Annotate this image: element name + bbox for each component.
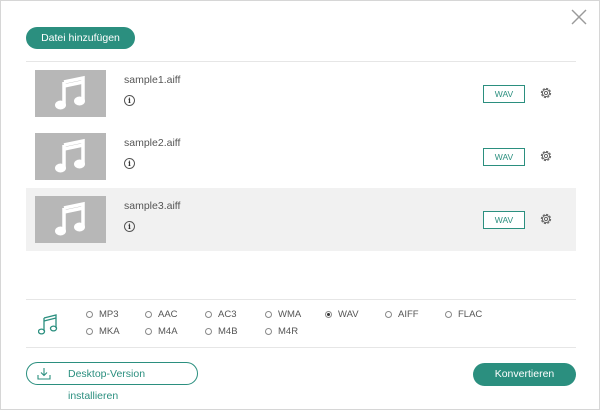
format-label: M4B [218, 326, 238, 337]
format-label: WAV [338, 309, 359, 320]
file-name: sample3.aiff [124, 200, 181, 212]
converter-dialog: Datei hinzufügen sample1.aiff i WAV samp… [0, 0, 600, 410]
radio-button[interactable] [145, 328, 152, 335]
radio-button[interactable] [445, 311, 452, 318]
format-option-m4b[interactable]: M4B [205, 326, 238, 337]
format-label: MKA [99, 326, 120, 337]
file-row-selected[interactable]: sample3.aiff i WAV [26, 188, 576, 251]
format-option-mka[interactable]: MKA [86, 326, 120, 337]
convert-button[interactable]: Konvertieren [473, 363, 576, 386]
format-label: FLAC [458, 309, 483, 320]
info-icon[interactable]: i [124, 221, 135, 232]
format-option-m4a[interactable]: M4A [145, 326, 178, 337]
format-label: MP3 [99, 309, 119, 320]
format-option-wav[interactable]: WAV [325, 309, 359, 320]
format-option-flac[interactable]: FLAC [445, 309, 482, 320]
file-name: sample1.aiff [124, 74, 181, 86]
file-thumbnail [35, 70, 106, 117]
radio-button[interactable] [265, 328, 272, 335]
download-icon [37, 368, 51, 380]
music-note-icon [38, 314, 58, 335]
radio-button[interactable] [145, 311, 152, 318]
format-button[interactable]: WAV [483, 211, 525, 229]
info-icon[interactable]: i [124, 95, 135, 106]
format-button[interactable]: WAV [483, 148, 525, 166]
music-note-icon [55, 201, 85, 236]
music-note-icon [55, 75, 85, 110]
format-option-wma[interactable]: WMA [265, 309, 301, 320]
format-label: AC3 [218, 309, 237, 320]
format-label: M4A [158, 326, 178, 337]
format-label: AIFF [398, 309, 419, 320]
format-button[interactable]: WAV [483, 85, 525, 103]
music-note-icon [55, 138, 85, 173]
radio-button[interactable] [385, 311, 392, 318]
radio-button-selected[interactable] [325, 311, 332, 318]
radio-button[interactable] [86, 311, 93, 318]
format-option-mp3[interactable]: MP3 [86, 309, 119, 320]
format-label: M4R [278, 326, 299, 337]
gear-icon[interactable] [539, 212, 553, 226]
file-name: sample2.aiff [124, 137, 181, 149]
format-option-aiff[interactable]: AIFF [385, 309, 419, 320]
file-row[interactable]: sample2.aiff i WAV [26, 125, 576, 188]
gear-icon[interactable] [539, 86, 553, 100]
gear-icon[interactable] [539, 149, 553, 163]
install-desktop-label: Desktop-Version installieren [68, 368, 146, 402]
format-option-ac3[interactable]: AC3 [205, 309, 236, 320]
divider [26, 347, 576, 348]
radio-button[interactable] [86, 328, 93, 335]
file-thumbnail [35, 133, 106, 180]
info-icon[interactable]: i [124, 158, 135, 169]
format-option-m4r[interactable]: M4R [265, 326, 298, 337]
add-file-button[interactable]: Datei hinzufügen [26, 27, 135, 49]
install-desktop-button[interactable]: Desktop-Version installieren [26, 362, 198, 402]
radio-button[interactable] [205, 328, 212, 335]
divider [26, 299, 576, 300]
file-row[interactable]: sample1.aiff i WAV [26, 62, 576, 125]
format-option-aac[interactable]: AAC [145, 309, 178, 320]
format-label: WMA [278, 309, 302, 320]
radio-button[interactable] [265, 311, 272, 318]
close-icon[interactable] [569, 7, 589, 27]
radio-button[interactable] [205, 311, 212, 318]
file-thumbnail [35, 196, 106, 243]
format-label: AAC [158, 309, 178, 320]
